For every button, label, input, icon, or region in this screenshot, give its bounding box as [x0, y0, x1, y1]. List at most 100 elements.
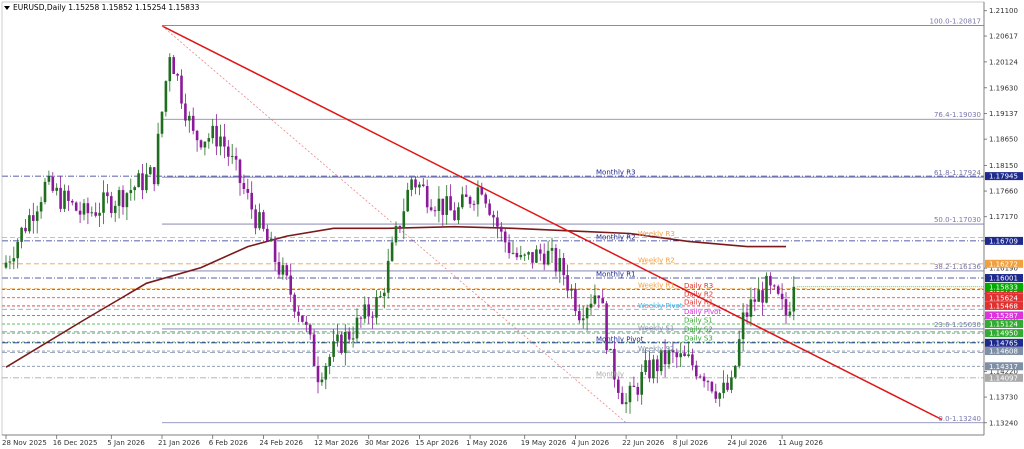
candle-body[interactable]	[503, 231, 507, 243]
candle-body[interactable]	[714, 391, 718, 399]
candle-body[interactable]	[121, 190, 125, 208]
candle-body[interactable]	[749, 299, 753, 317]
candle-body[interactable]	[691, 354, 694, 366]
candle-body[interactable]	[117, 190, 121, 206]
candle-body[interactable]	[125, 193, 129, 208]
candle-body[interactable]	[390, 242, 394, 261]
candle-body[interactable]	[24, 227, 27, 232]
candle-body[interactable]	[215, 125, 218, 147]
candle-body[interactable]	[675, 352, 679, 358]
candle-body[interactable]	[461, 194, 464, 208]
candle-body[interactable]	[562, 257, 565, 276]
candle-body[interactable]	[191, 115, 195, 131]
candle-body[interactable]	[359, 317, 363, 319]
candle-body[interactable]	[449, 196, 452, 211]
candle-body[interactable]	[402, 211, 406, 229]
candle-body[interactable]	[773, 285, 776, 287]
candle-body[interactable]	[141, 173, 144, 191]
candle-body[interactable]	[47, 176, 51, 182]
candle-body[interactable]	[429, 207, 433, 211]
candle-body[interactable]	[437, 198, 441, 211]
candle-body[interactable]	[734, 365, 737, 378]
candle-body[interactable]	[336, 334, 339, 342]
candle-body[interactable]	[554, 248, 558, 272]
candle-body[interactable]	[507, 242, 511, 254]
candle-body[interactable]	[281, 265, 285, 275]
candle-body[interactable]	[351, 338, 355, 340]
candle-body[interactable]	[792, 286, 796, 312]
candle-body[interactable]	[566, 275, 569, 291]
candle-body[interactable]	[745, 312, 749, 317]
candle-body[interactable]	[328, 356, 331, 367]
candle-body[interactable]	[242, 183, 246, 190]
candle-body[interactable]	[398, 225, 402, 229]
candle-body[interactable]	[137, 173, 140, 188]
candle-body[interactable]	[488, 203, 491, 215]
candle-body[interactable]	[539, 249, 542, 254]
candle-body[interactable]	[133, 187, 136, 191]
candle-body[interactable]	[35, 211, 39, 221]
candle-body[interactable]	[558, 257, 562, 272]
candle-body[interactable]	[636, 386, 640, 395]
candle-body[interactable]	[4, 262, 8, 268]
candle-body[interactable]	[367, 304, 370, 317]
candle-body[interactable]	[20, 227, 23, 242]
candle-body[interactable]	[546, 250, 550, 265]
candle-body[interactable]	[67, 190, 70, 201]
candle-body[interactable]	[28, 215, 31, 232]
candle-body[interactable]	[597, 295, 601, 299]
candle-body[interactable]	[316, 365, 320, 383]
candle-body[interactable]	[63, 190, 66, 209]
candle-body[interactable]	[542, 253, 546, 265]
candle-body[interactable]	[211, 125, 214, 139]
candle-body[interactable]	[180, 75, 183, 104]
candle-body[interactable]	[102, 192, 105, 213]
candle-body[interactable]	[644, 360, 647, 372]
candle-body[interactable]	[659, 350, 663, 372]
candle-body[interactable]	[344, 331, 347, 353]
candle-body[interactable]	[722, 382, 725, 394]
candle-body[interactable]	[55, 187, 58, 191]
candle-body[interactable]	[106, 192, 109, 197]
candle-body[interactable]	[32, 215, 35, 221]
candle-body[interactable]	[679, 353, 682, 358]
symbol-header[interactable]: EURUSD,Daily 1.15258 1.15852 1.15254 1.1…	[4, 3, 200, 12]
candle-body[interactable]	[480, 187, 484, 195]
candle-body[interactable]	[472, 203, 476, 205]
candle-body[interactable]	[184, 103, 187, 121]
candle-body[interactable]	[78, 210, 82, 215]
candle-body[interactable]	[168, 57, 172, 82]
candle-body[interactable]	[394, 225, 398, 243]
candle-body[interactable]	[695, 365, 698, 377]
candle-body[interactable]	[788, 311, 792, 316]
candle-body[interactable]	[145, 174, 148, 191]
candle-body[interactable]	[16, 241, 19, 259]
candle-body[interactable]	[585, 307, 589, 319]
chart-window[interactable]: 100.0-1.20817 76.4-1.19030 61.8-1.17924 50.…	[0, 0, 1024, 449]
candle-body[interactable]	[207, 138, 211, 142]
candle-body[interactable]	[289, 275, 292, 295]
candle-body[interactable]	[176, 73, 179, 76]
candle-body[interactable]	[769, 275, 772, 286]
candle-body[interactable]	[784, 299, 788, 316]
candle-body[interactable]	[476, 187, 480, 205]
candle-body[interactable]	[574, 288, 577, 312]
candle-body[interactable]	[98, 212, 101, 216]
candle-body[interactable]	[74, 202, 78, 211]
candle-body[interactable]	[113, 205, 117, 213]
candle-body[interactable]	[492, 214, 495, 218]
candle-body[interactable]	[624, 402, 628, 405]
candle-body[interactable]	[776, 286, 780, 294]
candle-body[interactable]	[363, 304, 367, 319]
candle-body[interactable]	[527, 252, 530, 255]
candle-body[interactable]	[340, 334, 343, 353]
candle-body[interactable]	[726, 382, 729, 390]
candle-body[interactable]	[254, 209, 257, 229]
candle-body[interactable]	[500, 226, 503, 232]
candle-body[interactable]	[238, 159, 242, 184]
candle-body[interactable]	[51, 176, 55, 191]
candle-body[interactable]	[702, 376, 706, 382]
candle-body[interactable]	[262, 212, 265, 229]
candle-body[interactable]	[164, 81, 168, 112]
candle-body[interactable]	[199, 140, 203, 148]
